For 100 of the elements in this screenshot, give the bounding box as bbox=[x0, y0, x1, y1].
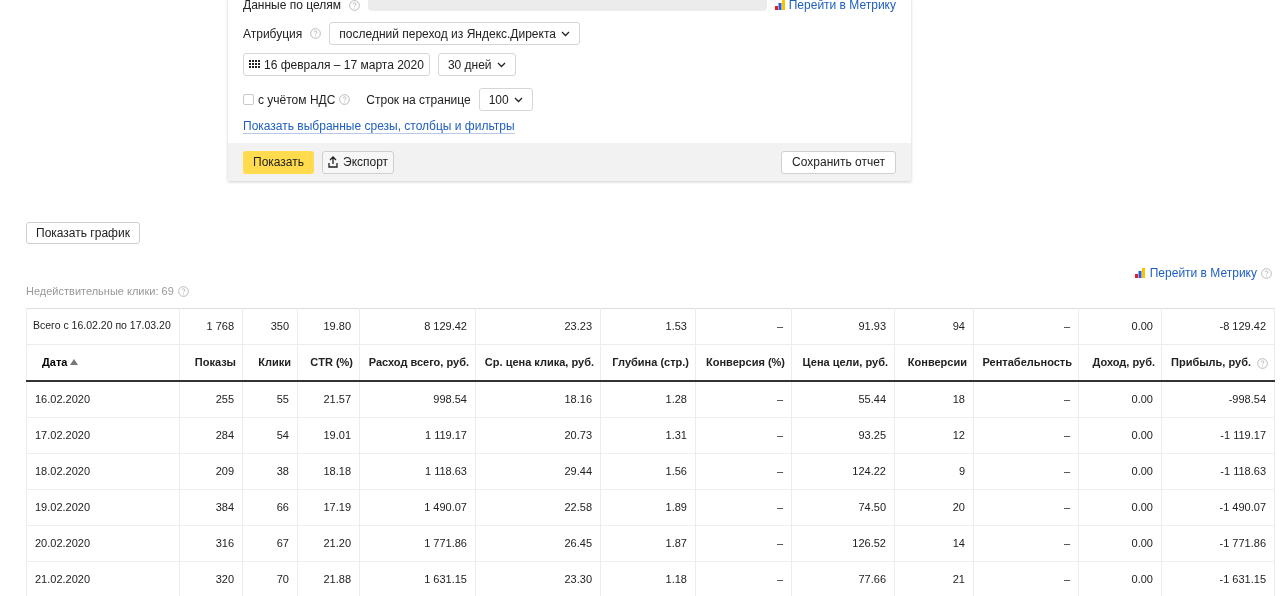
bar-chart-icon bbox=[1134, 268, 1145, 278]
table-cell: 54 bbox=[242, 417, 298, 453]
column-header[interactable]: Доход, руб. bbox=[1092, 354, 1155, 371]
table-cell: -1 119.17 bbox=[1161, 417, 1275, 453]
metrika-link[interactable]: Перейти в Метрику bbox=[1134, 264, 1257, 282]
calendar-icon bbox=[249, 60, 260, 69]
table-cell: 18.18 bbox=[297, 453, 360, 489]
table-cell: 255 bbox=[179, 381, 243, 417]
table-cell: – bbox=[973, 381, 1079, 417]
table-cell: 1 631.15 bbox=[359, 561, 476, 596]
table-cell: 20.02.2020 bbox=[26, 525, 180, 561]
rows-per-page-select[interactable]: 100 bbox=[478, 88, 533, 111]
table-cell: 0.00 bbox=[1078, 561, 1162, 596]
table-cell: 23.30 bbox=[475, 561, 601, 596]
table-cell: 0.00 bbox=[1078, 417, 1162, 453]
table-cell: 12 bbox=[894, 417, 974, 453]
column-header[interactable]: Конверсия (%) bbox=[706, 354, 785, 371]
column-header[interactable]: Дата bbox=[42, 354, 79, 371]
table-cell: 66 bbox=[242, 489, 298, 525]
table-cell: 384 bbox=[179, 489, 243, 525]
table-cell: 18.16 bbox=[475, 381, 601, 417]
help-icon[interactable] bbox=[1257, 358, 1268, 369]
table-cell: – bbox=[695, 525, 792, 561]
totals-cell: 0.00 bbox=[1078, 308, 1162, 344]
column-header[interactable]: Рентабельность bbox=[982, 354, 1072, 371]
table-cell: – bbox=[695, 381, 792, 417]
table-cell: 20.73 bbox=[475, 417, 601, 453]
vat-checkbox[interactable] bbox=[243, 94, 254, 105]
table-cell: -1 490.07 bbox=[1161, 489, 1275, 525]
column-header[interactable]: Цена цели, руб. bbox=[802, 354, 888, 371]
table-cell: -1 771.86 bbox=[1161, 525, 1275, 561]
table-cell: 1.89 bbox=[600, 489, 696, 525]
table-cell: 284 bbox=[179, 417, 243, 453]
totals-cell: 8 129.42 bbox=[359, 308, 476, 344]
help-icon[interactable] bbox=[339, 94, 351, 105]
table-cell: 20 bbox=[894, 489, 974, 525]
help-icon[interactable] bbox=[177, 285, 189, 297]
table-cell: 998.54 bbox=[359, 381, 476, 417]
help-icon[interactable] bbox=[1261, 267, 1272, 279]
sort-ascending-icon bbox=[70, 359, 79, 366]
table-cell: 26.45 bbox=[475, 525, 601, 561]
table-cell: 21.88 bbox=[297, 561, 360, 596]
table-cell: 0.00 bbox=[1078, 489, 1162, 525]
column-header[interactable]: Ср. цена клика, руб. bbox=[484, 354, 594, 371]
table-cell: 1.28 bbox=[600, 381, 696, 417]
table-cell: 209 bbox=[179, 453, 243, 489]
table-cell: 19.02.2020 bbox=[26, 489, 180, 525]
column-header[interactable]: CTR (%) bbox=[310, 354, 353, 371]
export-button[interactable]: Экспорт bbox=[322, 150, 395, 174]
chevron-down-icon bbox=[513, 96, 523, 103]
table-cell: – bbox=[973, 525, 1079, 561]
table-cell: 316 bbox=[179, 525, 243, 561]
column-header[interactable]: Глубина (стр.) bbox=[612, 354, 689, 371]
table-cell: 1.18 bbox=[600, 561, 696, 596]
table-cell: – bbox=[695, 453, 792, 489]
table-cell: – bbox=[973, 417, 1079, 453]
totals-cell: 1 768 bbox=[179, 308, 243, 344]
table-cell: 320 bbox=[179, 561, 243, 596]
column-header[interactable]: Конверсии bbox=[907, 354, 967, 371]
table-cell: 17.19 bbox=[297, 489, 360, 525]
show-button[interactable]: Показать bbox=[243, 150, 314, 174]
column-header[interactable]: Показы bbox=[194, 354, 236, 371]
help-icon[interactable] bbox=[348, 0, 360, 11]
table-cell: 1.87 bbox=[600, 525, 696, 561]
column-header[interactable]: Прибыль, руб. bbox=[1171, 353, 1251, 371]
table-cell: 0.00 bbox=[1078, 381, 1162, 417]
table-cell: 67 bbox=[242, 525, 298, 561]
table-cell: 1 118.63 bbox=[359, 453, 476, 489]
totals-cell: 1.53 bbox=[600, 308, 696, 344]
table-cell: – bbox=[695, 561, 792, 596]
table-cell: 29.44 bbox=[475, 453, 601, 489]
slices-link[interactable]: Показать выбранные срезы, столбцы и фильтры bbox=[243, 119, 515, 134]
vat-label: с учётом НДС bbox=[258, 91, 336, 109]
bar-chart-icon bbox=[774, 0, 785, 10]
table-cell: 21.57 bbox=[297, 381, 360, 417]
table-cell: – bbox=[695, 489, 792, 525]
period-select[interactable]: 30 дней bbox=[437, 53, 516, 76]
chevron-down-icon bbox=[496, 61, 506, 68]
attribution-select[interactable]: последний переход из Яндекс.Директа bbox=[329, 22, 580, 45]
column-header[interactable]: Клики bbox=[258, 354, 291, 371]
table-cell: 1.31 bbox=[600, 417, 696, 453]
table-cell: 18 bbox=[894, 381, 974, 417]
show-chart-button[interactable]: Показать график bbox=[26, 222, 140, 244]
invalid-clicks-text: Недействительные клики: 69 bbox=[26, 284, 174, 299]
goals-label: Данные по целям bbox=[243, 0, 341, 11]
date-range-picker[interactable]: 16 февраля – 17 марта 2020 bbox=[243, 53, 430, 76]
table-cell: – bbox=[973, 561, 1079, 596]
table-cell: – bbox=[973, 489, 1079, 525]
totals-cell: Всего с 16.02.20 по 17.03.20 bbox=[26, 308, 180, 344]
column-header[interactable]: Расход всего, руб. bbox=[368, 354, 469, 371]
table-cell: 1 119.17 bbox=[359, 417, 476, 453]
metrika-link[interactable]: Перейти в Метрику bbox=[774, 0, 896, 11]
save-report-button[interactable]: Сохранить отчет bbox=[781, 150, 896, 174]
table-cell: -1 631.15 bbox=[1161, 561, 1275, 596]
table-cell: 55 bbox=[242, 381, 298, 417]
totals-cell: 350 bbox=[242, 308, 298, 344]
help-icon[interactable] bbox=[310, 28, 322, 39]
totals-cell: 94 bbox=[894, 308, 974, 344]
table-cell: 93.25 bbox=[791, 417, 895, 453]
table-cell: – bbox=[973, 453, 1079, 489]
